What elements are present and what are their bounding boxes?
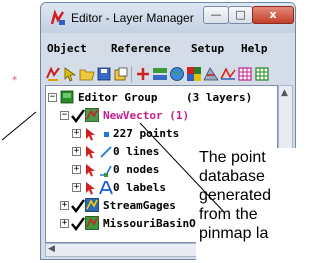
add-element-icon[interactable] <box>135 66 151 82</box>
save-as-icon[interactable] <box>113 66 129 82</box>
layer-label: NewVector (1) <box>103 109 190 122</box>
callout-line: from the <box>199 206 258 223</box>
visibility-checkmark-icon[interactable] <box>71 199 85 213</box>
raster-icon[interactable] <box>186 66 202 82</box>
vector-layer-icon <box>85 108 99 122</box>
grid-icon[interactable] <box>254 66 270 82</box>
globe-icon[interactable] <box>169 66 185 82</box>
expand-toggle[interactable]: + <box>72 183 81 192</box>
expand-toggle[interactable]: + <box>72 129 81 138</box>
layer-label: StreamGages <box>103 199 176 212</box>
close-button[interactable]: x <box>252 6 294 24</box>
node-icon <box>100 165 112 177</box>
menu-setup[interactable]: Setup <box>191 42 224 55</box>
expand-toggle[interactable]: + <box>60 219 69 228</box>
collapse-toggle[interactable]: − <box>60 111 69 120</box>
title-bar[interactable]: Editor - Layer Manager — □ x <box>41 3 295 33</box>
menu-reference[interactable]: Reference <box>111 42 171 55</box>
open-folder-icon[interactable] <box>79 66 95 82</box>
menu-object[interactable]: Object <box>47 42 87 55</box>
expand-toggle[interactable]: + <box>72 165 81 174</box>
shape-icon[interactable] <box>203 66 219 82</box>
group-label: Editor Group <box>78 91 158 104</box>
callout-line: The point <box>199 149 266 166</box>
layer-stack-icon[interactable] <box>152 66 168 82</box>
visibility-checkmark-icon[interactable] <box>71 109 85 123</box>
callout-line: pinmap la <box>199 225 269 242</box>
callout-marker-left: * <box>12 75 17 86</box>
tin-icon[interactable] <box>220 66 236 82</box>
collapse-toggle[interactable]: − <box>48 93 57 102</box>
expand-toggle[interactable]: + <box>60 201 69 210</box>
layer-label: MissouriBasinOut <box>103 217 209 230</box>
vector-layer-icon <box>85 198 99 212</box>
minimize-button[interactable]: — <box>203 6 229 24</box>
window-title: Editor - Layer Manager <box>71 11 194 25</box>
group-layer-count: (3 layers) <box>186 91 253 104</box>
element-label: 0 labels <box>113 181 166 194</box>
toolbar <box>43 63 293 85</box>
edit-arrow-icon[interactable] <box>84 145 98 159</box>
visibility-checkmark-icon[interactable] <box>71 217 85 231</box>
edit-arrow-icon[interactable] <box>84 127 98 141</box>
scroll-left-arrow-icon[interactable]: ◀ <box>48 244 55 254</box>
group-icon <box>60 90 74 104</box>
vector-layer-icon <box>85 216 99 230</box>
menu-bar: Object Reference Setup Help <box>41 39 295 59</box>
callout-leader-left <box>1 111 37 141</box>
toolbar-separator <box>131 66 132 82</box>
edit-arrow-icon[interactable] <box>84 181 98 195</box>
callout-line: database <box>199 168 265 185</box>
save-icon[interactable] <box>96 66 112 82</box>
element-label: 0 nodes <box>113 163 160 176</box>
point-icon <box>104 132 109 137</box>
maximize-button[interactable]: □ <box>228 6 253 24</box>
label-icon <box>99 181 113 195</box>
database-icon[interactable] <box>237 66 253 82</box>
callout-line: generated <box>199 187 272 204</box>
edit-arrow-icon[interactable] <box>84 163 98 177</box>
select-arrow-icon[interactable] <box>62 66 78 82</box>
layer-manager-app-icon <box>50 9 65 25</box>
line-icon <box>100 146 112 158</box>
expand-toggle[interactable]: + <box>72 147 81 156</box>
scroll-up-arrow-icon[interactable]: ▲ <box>281 88 288 98</box>
element-label: 0 lines <box>113 145 160 158</box>
element-label: 227 points <box>113 127 180 140</box>
callout-text-box: The point database generated from the pi… <box>196 148 297 263</box>
add-layer-icon[interactable] <box>45 66 61 82</box>
menu-help[interactable]: Help <box>241 42 268 55</box>
